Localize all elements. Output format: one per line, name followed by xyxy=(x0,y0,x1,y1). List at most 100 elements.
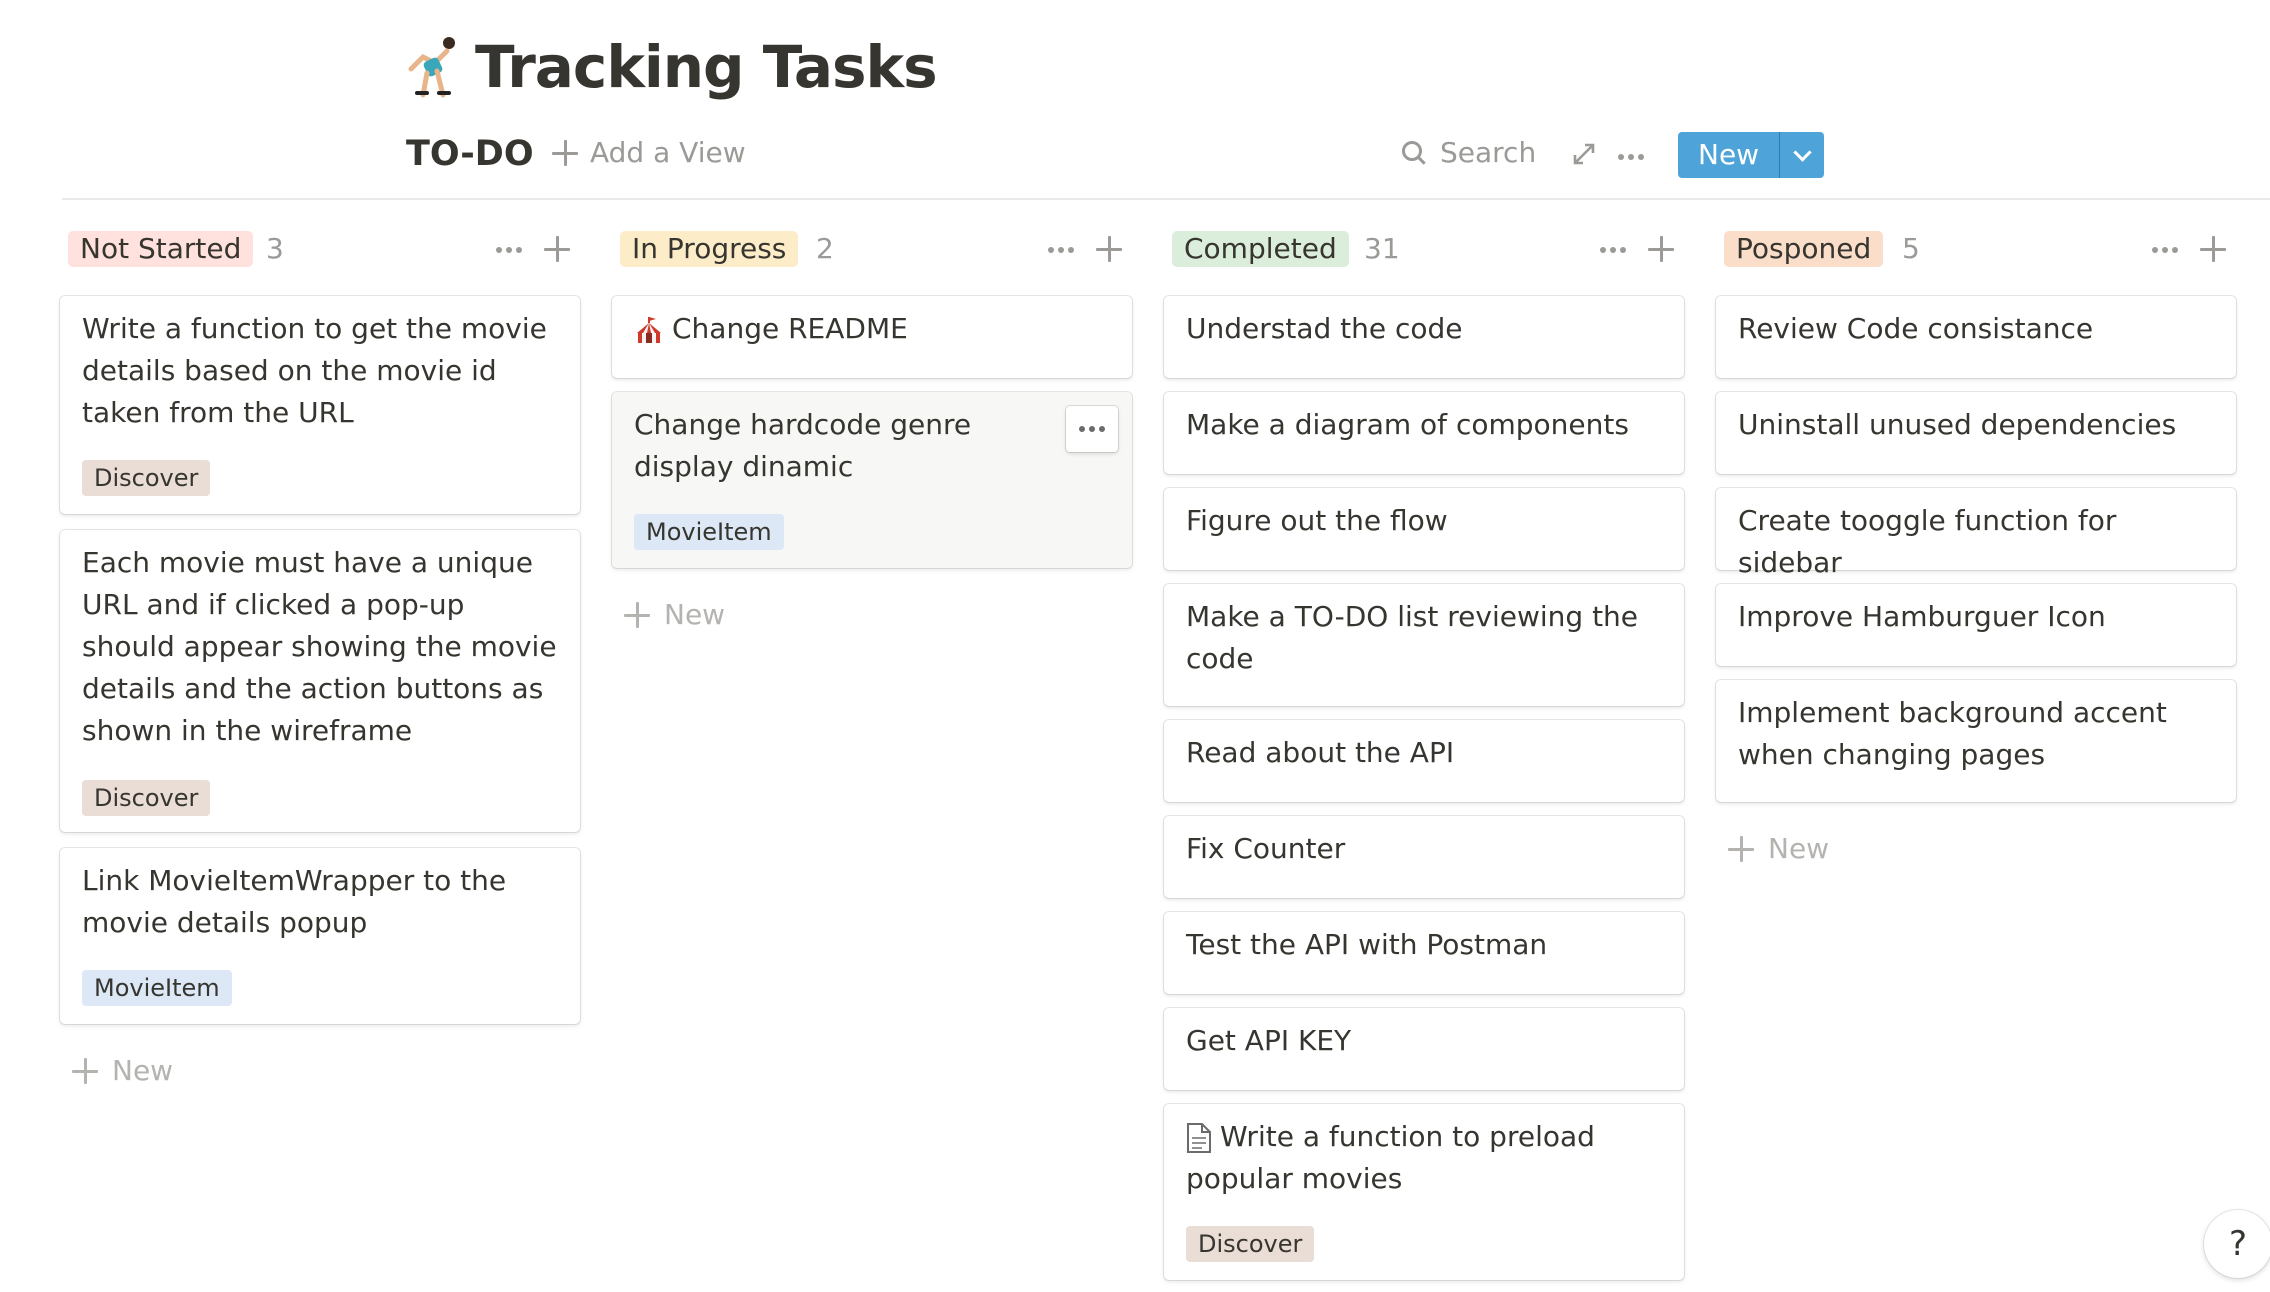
card-tag: Discover xyxy=(1186,1226,1315,1262)
card[interactable]: Each movie must have a unique URL and if… xyxy=(60,530,580,832)
card[interactable]: Link MovieItemWrapper to the movie detai… xyxy=(60,848,580,1024)
card-tag: MovieItem xyxy=(634,514,784,550)
card[interactable]: Change README xyxy=(612,296,1132,378)
card[interactable]: Fix Counter xyxy=(1164,816,1684,898)
status-pill: Completed xyxy=(1172,231,1349,267)
card-tag: MovieItem xyxy=(82,970,232,1006)
column-posponed: Posponed 5 Review Code consistance Unins… xyxy=(1716,222,2240,865)
view-toolbar: TO-DO Add a View Search New xyxy=(406,128,2270,184)
card[interactable]: Get API KEY xyxy=(1164,1008,1684,1090)
card[interactable]: Understad the code xyxy=(1164,296,1684,378)
column-completed: Completed 31 Understad the code Make a d… xyxy=(1164,222,1688,1280)
help-button[interactable]: ? xyxy=(2204,1210,2270,1278)
column-header: Posponed 5 xyxy=(1716,222,2240,278)
card[interactable]: Write a function to preload popular movi… xyxy=(1164,1104,1684,1280)
card[interactable]: Implement background accent when changin… xyxy=(1716,680,2236,802)
add-view-label: Add a View xyxy=(590,136,746,169)
card-title: Uninstall unused dependencies xyxy=(1738,408,2177,441)
card[interactable]: Test the API with Postman xyxy=(1164,912,1684,994)
circus-tent-icon xyxy=(637,317,661,343)
new-dropdown-button[interactable] xyxy=(1779,132,1825,178)
card-title: Implement background accent when changin… xyxy=(1738,696,2167,771)
plus-icon xyxy=(624,601,650,628)
card-title: Change hardcode genre display dinamic xyxy=(634,408,972,483)
card[interactable]: Improve Hamburguer Icon xyxy=(1716,584,2236,666)
card-title: Fix Counter xyxy=(1186,832,1346,865)
card-title: Make a diagram of components xyxy=(1186,408,1629,441)
status-pill: Not Started xyxy=(68,231,254,267)
plus-icon xyxy=(72,1057,98,1084)
card-title: Create tooggle function for sidebar xyxy=(1738,504,2117,579)
new-button[interactable]: New xyxy=(1678,132,1780,178)
search-button[interactable]: Search xyxy=(1402,136,1536,169)
card[interactable]: Write a function to get the movie detail… xyxy=(60,296,580,514)
column-more-icon[interactable] xyxy=(496,247,522,253)
column-more-icon[interactable] xyxy=(1048,247,1074,253)
card-title: Each movie must have a unique URL and if… xyxy=(82,546,557,747)
person-cartwheeling-emoji-icon xyxy=(408,37,455,98)
add-card-label: New xyxy=(1768,832,1830,865)
column-header: Not Started 3 xyxy=(60,222,584,278)
search-icon xyxy=(1402,140,1426,165)
card[interactable]: Review Code consistance xyxy=(1716,296,2236,378)
card-more-button[interactable] xyxy=(1066,406,1118,452)
column-in-progress: In Progress 2 Change README Change hardc… xyxy=(612,222,1136,631)
search-label: Search xyxy=(1440,136,1537,169)
toolbar-divider xyxy=(62,198,2270,200)
more-options-icon xyxy=(1079,426,1105,432)
view-tab-todo[interactable]: TO-DO xyxy=(406,134,534,174)
card-title: Improve Hamburguer Icon xyxy=(1738,600,2106,633)
document-icon xyxy=(1187,1123,1211,1153)
chevron-down-icon xyxy=(1792,142,1812,162)
more-options-icon[interactable] xyxy=(1618,154,1644,160)
card-title: Get API KEY xyxy=(1186,1024,1352,1057)
add-card-label: New xyxy=(664,598,726,631)
column-header: In Progress 2 xyxy=(612,222,1136,278)
add-card-label: New xyxy=(112,1054,174,1087)
page-title: Tracking Tasks xyxy=(475,33,938,101)
card-title: Make a TO-DO list reviewing the code xyxy=(1186,600,1639,675)
column-add-plus-icon[interactable] xyxy=(544,236,570,262)
column-more-icon[interactable] xyxy=(2152,247,2178,253)
column-count: 31 xyxy=(1364,232,1400,265)
column-header: Completed 31 xyxy=(1164,222,1688,278)
card-title: Understad the code xyxy=(1186,312,1463,345)
card[interactable]: Change hardcode genre display dinamic Mo… xyxy=(612,392,1132,568)
column-add-plus-icon[interactable] xyxy=(2200,236,2226,262)
card[interactable]: Make a diagram of components xyxy=(1164,392,1684,474)
card-tag: Discover xyxy=(82,780,211,816)
column-count: 2 xyxy=(816,232,834,265)
status-pill: Posponed xyxy=(1724,231,1884,267)
add-view-button[interactable]: Add a View xyxy=(552,136,746,169)
card-title: Review Code consistance xyxy=(1738,312,2094,345)
card-title: Write a function to get the movie detail… xyxy=(82,312,547,429)
card[interactable]: Make a TO-DO list reviewing the code xyxy=(1164,584,1684,706)
card-title: Test the API with Postman xyxy=(1186,928,1548,961)
plus-icon xyxy=(552,139,578,166)
status-pill: In Progress xyxy=(620,231,799,267)
add-card-button[interactable]: New xyxy=(1728,832,1829,865)
card-title: Figure out the flow xyxy=(1186,504,1448,537)
plus-icon xyxy=(1728,835,1754,862)
card-title: Change README xyxy=(672,312,908,345)
page-header: Tracking Tasks xyxy=(403,22,938,112)
card-title: Link MovieItemWrapper to the movie detai… xyxy=(82,864,507,939)
card-title-row: Write a function to preload popular movi… xyxy=(1186,1116,1664,1200)
card-tag: Discover xyxy=(82,460,211,496)
expand-icon[interactable] xyxy=(1566,136,1602,172)
column-more-icon[interactable] xyxy=(1600,247,1626,253)
add-card-button[interactable]: New xyxy=(624,598,725,631)
add-card-button[interactable]: New xyxy=(72,1054,173,1087)
card[interactable]: Figure out the flow xyxy=(1164,488,1684,570)
column-add-plus-icon[interactable] xyxy=(1096,236,1122,262)
column-add-plus-icon[interactable] xyxy=(1648,236,1674,262)
card-title: Read about the API xyxy=(1186,736,1455,769)
card-title: Write a function to preload popular movi… xyxy=(1186,1120,1595,1195)
card-title-row: Change README xyxy=(634,308,1112,350)
column-not-started: Not Started 3 Write a function to get th… xyxy=(60,222,584,1087)
card[interactable]: Read about the API xyxy=(1164,720,1684,802)
column-count: 5 xyxy=(1902,232,1920,265)
card[interactable]: Uninstall unused dependencies xyxy=(1716,392,2236,474)
column-count: 3 xyxy=(266,232,284,265)
card[interactable]: Create tooggle function for sidebar xyxy=(1716,488,2236,579)
